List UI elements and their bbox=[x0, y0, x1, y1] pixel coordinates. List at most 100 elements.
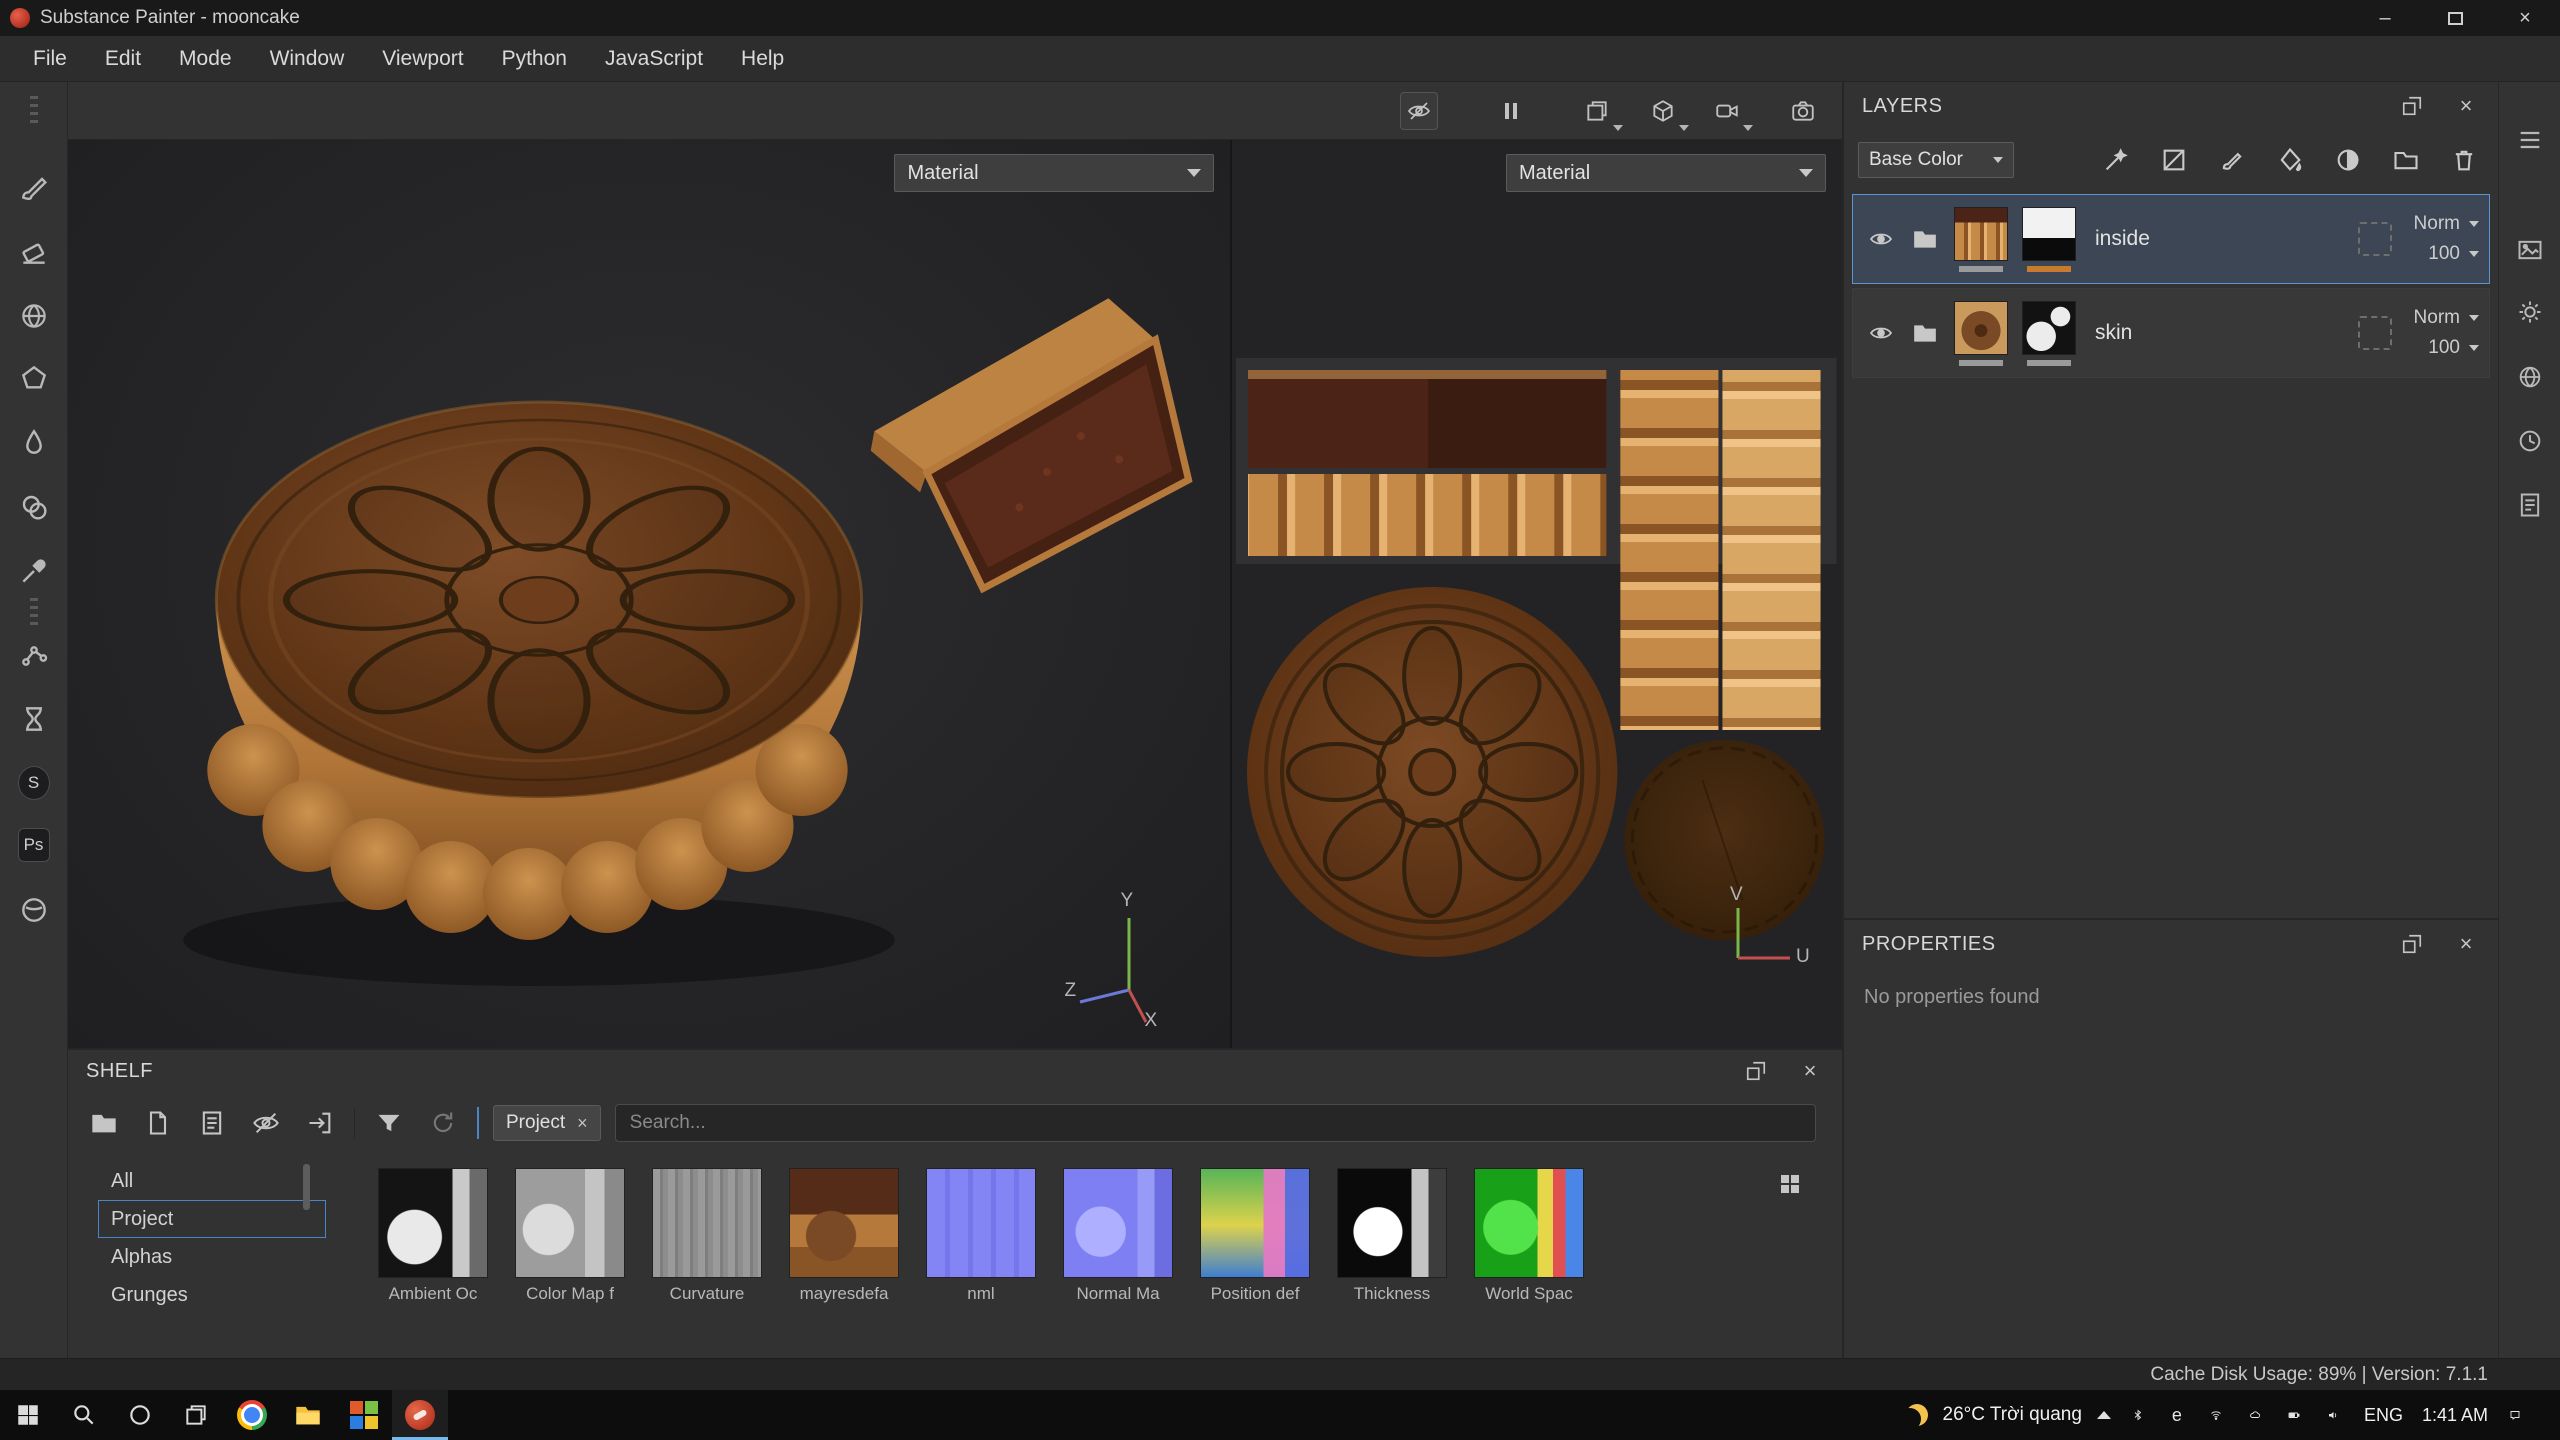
dock-handle[interactable] bbox=[29, 96, 38, 126]
channel-select[interactable]: Base Color bbox=[1858, 142, 2014, 178]
add-paint-layer-icon[interactable] bbox=[2212, 140, 2252, 180]
pause-engine-icon[interactable] bbox=[1492, 92, 1530, 130]
shelf-asset[interactable]: Color Map f bbox=[515, 1168, 625, 1304]
opacity-select[interactable]: 100 bbox=[2428, 337, 2479, 359]
texture-set-list-icon[interactable] bbox=[2508, 118, 2552, 162]
clone-tool-icon[interactable] bbox=[12, 485, 56, 529]
clock[interactable]: 1:41 AM bbox=[2422, 1405, 2488, 1426]
shelf-asset[interactable]: Thickness bbox=[1337, 1168, 1447, 1304]
photoshop-export-icon[interactable]: Ps bbox=[12, 823, 56, 867]
layer-row-skin[interactable]: skin Norm 100 bbox=[1852, 288, 2490, 378]
shelf-asset[interactable]: Position def bbox=[1200, 1168, 1310, 1304]
viewport-3d[interactable]: Material Y Z X bbox=[68, 140, 1231, 1048]
filter-tag-project[interactable]: Project × bbox=[493, 1105, 601, 1141]
maximize-button[interactable] bbox=[2420, 0, 2490, 36]
chrome-taskbar-icon[interactable] bbox=[224, 1390, 280, 1440]
shelf-category-project[interactable]: Project bbox=[98, 1200, 326, 1238]
dock-handle[interactable] bbox=[29, 598, 38, 628]
layer-mask-thumbnail[interactable] bbox=[2022, 300, 2076, 355]
layer-thumbnail[interactable] bbox=[1954, 206, 2008, 261]
tray-expand-chevron-icon[interactable] bbox=[2096, 1411, 2111, 1419]
layer-row-inside[interactable]: inside Norm 100 bbox=[1852, 194, 2490, 284]
weather-text[interactable]: 26°C Trời quang bbox=[1943, 1404, 2082, 1426]
layer-name[interactable]: inside bbox=[2095, 227, 2350, 251]
add-effect-icon[interactable] bbox=[2096, 140, 2136, 180]
material-mode-icon[interactable] bbox=[2357, 222, 2392, 256]
grid-app-icon[interactable] bbox=[336, 1390, 392, 1440]
menu-item-edit[interactable]: Edit bbox=[86, 36, 160, 81]
add-fill-layer-icon[interactable] bbox=[2154, 140, 2194, 180]
layer-mask-thumbnail[interactable] bbox=[2022, 206, 2076, 261]
bluetooth-icon[interactable] bbox=[2126, 1403, 2150, 1427]
task-view-icon[interactable] bbox=[168, 1390, 224, 1440]
blend-mode-select[interactable]: Norm bbox=[2414, 307, 2479, 329]
hourglass-tool-icon[interactable] bbox=[12, 697, 56, 741]
start-button[interactable] bbox=[0, 1390, 56, 1440]
panel-close-icon[interactable]: × bbox=[2452, 92, 2480, 120]
history-panel-icon[interactable] bbox=[2508, 419, 2552, 463]
new-resource-icon[interactable] bbox=[138, 1103, 178, 1143]
menu-item-javascript[interactable]: JavaScript bbox=[586, 36, 722, 81]
shelf-folder-icon[interactable] bbox=[84, 1103, 124, 1143]
layer-thumbnail[interactable] bbox=[1954, 300, 2008, 355]
search-input[interactable] bbox=[614, 1104, 1816, 1142]
material-picker-tool-icon[interactable] bbox=[12, 549, 56, 593]
speaker-icon[interactable] bbox=[2321, 1403, 2345, 1427]
battery-icon[interactable] bbox=[2282, 1403, 2306, 1427]
file-explorer-icon[interactable] bbox=[280, 1390, 336, 1440]
substance-source-icon[interactable]: S bbox=[12, 761, 56, 805]
shelf-category-grunges[interactable]: Grunges bbox=[98, 1276, 326, 1314]
menu-item-file[interactable]: File bbox=[14, 36, 86, 81]
hide-resources-icon[interactable] bbox=[246, 1103, 286, 1143]
panel-close-icon[interactable]: × bbox=[2452, 930, 2480, 958]
screenshot-camera-icon[interactable] bbox=[1784, 92, 1822, 130]
particles-tool-icon[interactable] bbox=[12, 632, 56, 676]
shelf-asset[interactable]: mayresdefa bbox=[789, 1168, 899, 1304]
shelf-asset[interactable]: Ambient Oc bbox=[378, 1168, 488, 1304]
texture-set-settings-icon[interactable] bbox=[2508, 228, 2552, 272]
shelf-category-all[interactable]: All bbox=[98, 1162, 326, 1200]
log-panel-icon[interactable] bbox=[2508, 483, 2552, 527]
remove-tag-icon[interactable]: × bbox=[577, 1113, 588, 1134]
grid-view-icon[interactable] bbox=[1772, 1166, 1808, 1202]
smudge-tool-icon[interactable] bbox=[12, 420, 56, 464]
taskbar-search-icon[interactable] bbox=[56, 1390, 112, 1440]
document-list-icon[interactable] bbox=[192, 1103, 232, 1143]
3d-navigation-gizmo[interactable]: Y Z X bbox=[1064, 890, 1194, 1031]
shelf-asset[interactable]: World Spac bbox=[1474, 1168, 1584, 1304]
blend-mode-select[interactable]: Norm bbox=[2414, 213, 2479, 235]
panel-float-icon[interactable] bbox=[2398, 930, 2426, 958]
delete-layer-trash-icon[interactable] bbox=[2444, 140, 2484, 180]
close-button[interactable]: × bbox=[2490, 0, 2560, 36]
material-layers-dropdown-icon[interactable] bbox=[1578, 92, 1623, 131]
polygon-fill-tool-icon[interactable] bbox=[12, 356, 56, 400]
visibility-eye-icon[interactable] bbox=[1863, 225, 1899, 253]
menu-item-viewport[interactable]: Viewport bbox=[363, 36, 482, 81]
projection-tool-icon[interactable] bbox=[12, 294, 56, 338]
visibility-eye-icon[interactable] bbox=[1863, 319, 1899, 347]
substance-painter-taskbar-icon[interactable] bbox=[392, 1390, 448, 1440]
cortana-icon[interactable] bbox=[112, 1390, 168, 1440]
action-center-icon[interactable] bbox=[2503, 1403, 2527, 1427]
panel-float-icon[interactable] bbox=[2398, 92, 2426, 120]
eraser-tool-icon[interactable] bbox=[12, 230, 56, 274]
camera-video-dropdown-icon[interactable] bbox=[1708, 92, 1753, 131]
menu-item-window[interactable]: Window bbox=[251, 36, 364, 81]
shelf-asset[interactable]: Normal Ma bbox=[1063, 1168, 1173, 1304]
viewer-settings-icon[interactable] bbox=[2508, 355, 2552, 399]
shelf-asset[interactable]: nml bbox=[926, 1168, 1036, 1304]
menu-item-python[interactable]: Python bbox=[483, 36, 586, 81]
opacity-select[interactable]: 100 bbox=[2428, 243, 2479, 265]
viewport-2d[interactable]: Material V U bbox=[1230, 140, 1842, 1048]
sphere-renderer-icon[interactable] bbox=[12, 888, 56, 932]
add-group-folder-icon[interactable] bbox=[2386, 140, 2426, 180]
refresh-shelf-icon[interactable] bbox=[423, 1103, 463, 1143]
minimize-button[interactable]: – bbox=[2350, 0, 2420, 36]
shading-mode-select-2d[interactable]: Material bbox=[1506, 154, 1826, 192]
panel-float-icon[interactable] bbox=[1742, 1057, 1770, 1085]
import-resources-icon[interactable] bbox=[300, 1103, 340, 1143]
panel-close-icon[interactable]: × bbox=[1796, 1057, 1824, 1085]
shelf-category-alphas[interactable]: Alphas bbox=[98, 1238, 326, 1276]
isolate-visibility-icon[interactable] bbox=[1400, 92, 1438, 130]
language-indicator[interactable]: ENG bbox=[2360, 1405, 2407, 1426]
